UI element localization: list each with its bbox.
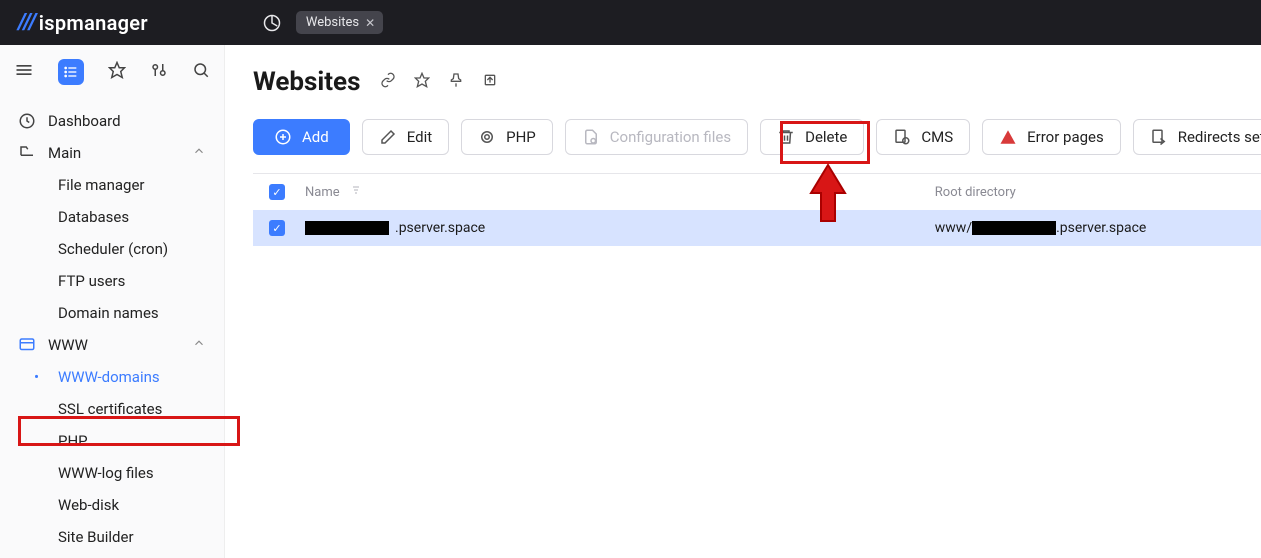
page-title: Websites (253, 67, 360, 97)
delete-button[interactable]: Delete (760, 119, 864, 155)
sidebar-item-www-log[interactable]: WWW-log files (0, 457, 224, 489)
table-row[interactable]: ✓ .pserver.space www/ .pserver.space (253, 210, 1261, 246)
app-logo: /// ispmanager (18, 10, 148, 35)
link-icon[interactable] (380, 72, 396, 92)
sidebar-item-databases[interactable]: Databases (0, 201, 224, 233)
search-icon[interactable] (192, 61, 210, 83)
sidebar-item-web-disk[interactable]: Web-disk (0, 489, 224, 521)
sidebar-item-domain-names[interactable]: Domain names (0, 297, 224, 329)
sidebar-mode-list-icon[interactable] (58, 59, 84, 85)
sidebar-item-scheduler[interactable]: Scheduler (cron) (0, 233, 224, 265)
configuration-files-button[interactable]: Configuration files (565, 119, 748, 155)
sidebar-item-ssl-certificates[interactable]: SSL certificates (0, 393, 224, 425)
column-header-root[interactable]: Root directory (935, 185, 1261, 200)
nav-label: Dashboard (48, 112, 121, 130)
add-button[interactable]: Add (253, 119, 350, 155)
chevron-up-icon (192, 144, 206, 162)
sidebar-item-php[interactable]: PHP (0, 425, 224, 457)
sidebar-group-www[interactable]: WWW (0, 329, 224, 361)
redirects-settings-button[interactable]: Redirects settings (1133, 119, 1261, 155)
chart-pie-icon[interactable] (258, 9, 286, 37)
cell-root: www/ .pserver.space (935, 220, 1261, 236)
nav-label: WWW (48, 336, 88, 354)
nav-label: Main (48, 144, 81, 162)
star-icon[interactable] (108, 61, 126, 83)
edit-button[interactable]: Edit (362, 119, 449, 155)
websites-table: ✓ Name Root directory ✓ .pse (253, 173, 1261, 246)
php-button[interactable]: PHP (461, 119, 553, 155)
redacted-text (972, 221, 1056, 235)
pin-icon[interactable] (448, 72, 464, 92)
sidebar-item-file-manager[interactable]: File manager (0, 169, 224, 201)
sort-icon (350, 184, 362, 200)
select-all-checkbox[interactable]: ✓ (269, 184, 285, 200)
sidebar-item-ftp-users[interactable]: FTP users (0, 265, 224, 297)
close-icon[interactable]: ✕ (365, 16, 375, 30)
sidebar-item-site-builder[interactable]: Site Builder (0, 521, 224, 553)
logo-slash-icon: /// (18, 10, 37, 35)
tab-websites[interactable]: Websites ✕ (296, 11, 383, 34)
external-icon[interactable] (482, 72, 498, 92)
sidebar-item-www-domains[interactable]: WWW-domains (0, 361, 224, 393)
tab-label: Websites (306, 15, 359, 30)
cms-button[interactable]: CMS (876, 119, 970, 155)
error-pages-button[interactable]: Error pages (982, 119, 1121, 155)
chevron-up-icon (192, 336, 206, 354)
sidebar-item-dashboard[interactable]: Dashboard (0, 105, 224, 137)
hamburger-icon[interactable] (14, 60, 34, 84)
annotation-arrow-icon (807, 163, 849, 227)
sliders-icon[interactable] (150, 61, 168, 83)
sidebar-group-main[interactable]: Main (0, 137, 224, 169)
redacted-text (305, 221, 389, 235)
star-icon[interactable] (414, 72, 430, 92)
row-checkbox[interactable]: ✓ (269, 220, 285, 236)
